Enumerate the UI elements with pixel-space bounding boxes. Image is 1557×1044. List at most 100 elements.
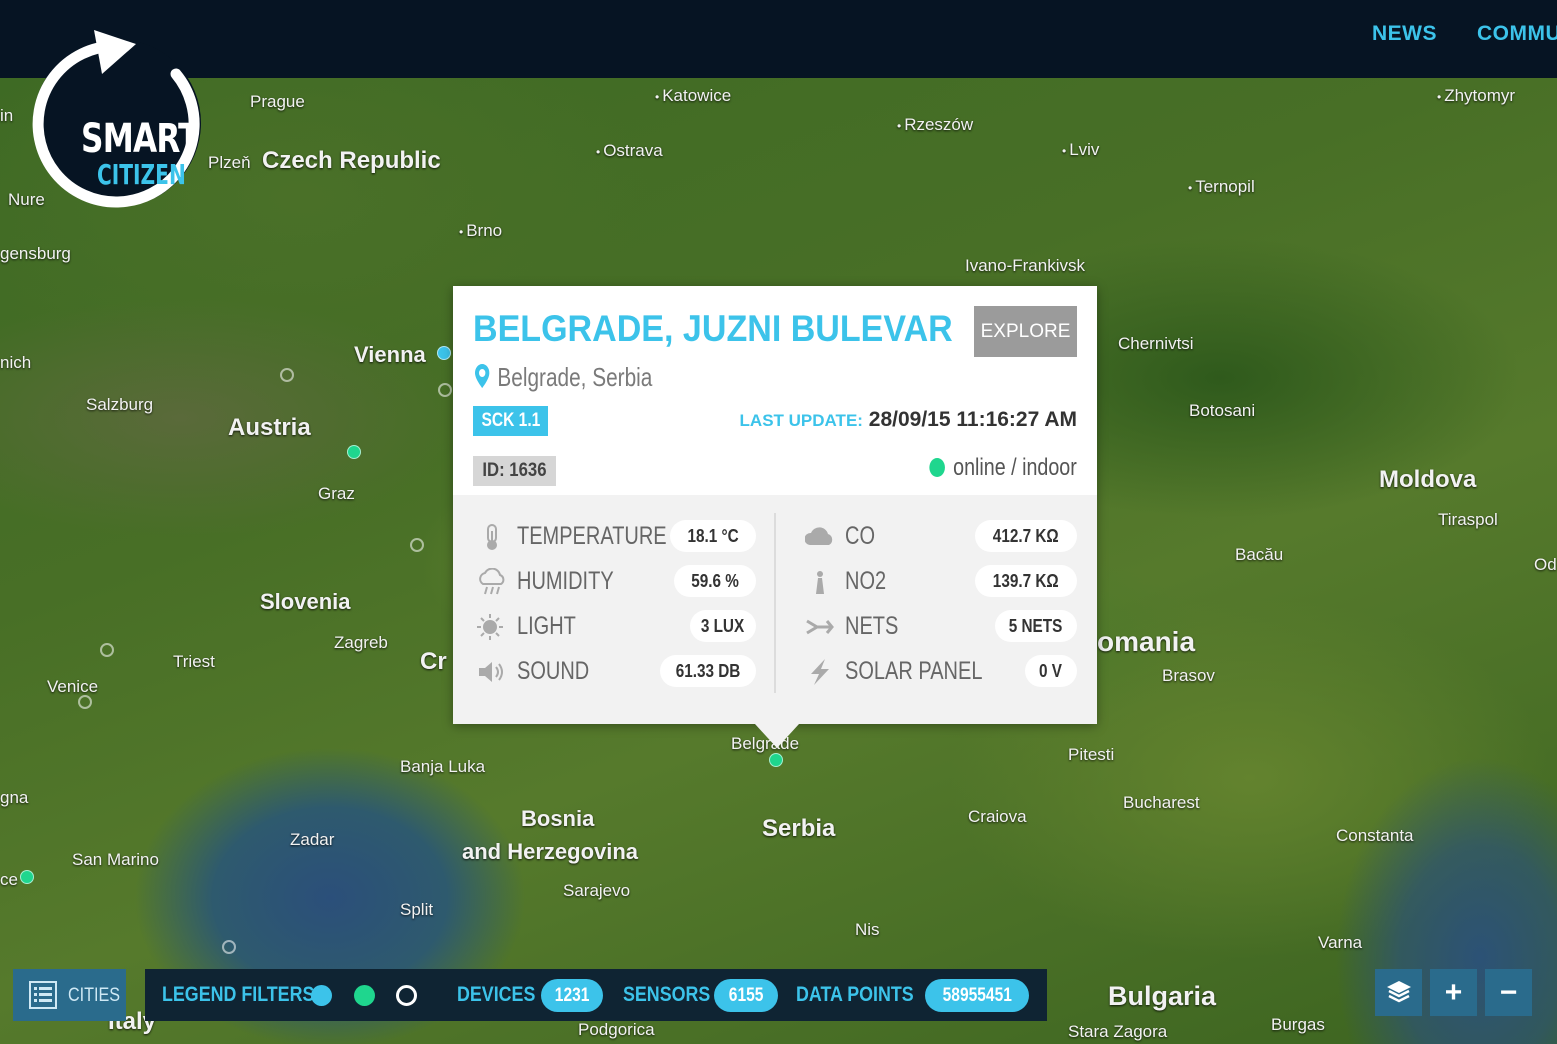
device-marker-online[interactable] — [347, 445, 361, 459]
map-label: Craiova — [968, 807, 1027, 826]
cities-button[interactable]: CITIES — [13, 969, 126, 1021]
sensor-value: 59.6 % — [674, 565, 756, 597]
sun-icon — [477, 614, 503, 640]
explore-button[interactable]: EXPLORE — [974, 306, 1077, 357]
device-name: BELGRADE, JUZNI BULEVAR — [473, 308, 953, 349]
map-label: Nis — [855, 920, 880, 939]
map-label: Ternopil — [1188, 177, 1255, 197]
map-label: Rzeszów — [897, 115, 973, 135]
sensor-value: 412.7 KΩ — [975, 520, 1077, 552]
map-label: Prague — [250, 92, 305, 111]
map-label: Austria — [228, 414, 311, 441]
map-label: Zagreb — [334, 633, 388, 652]
sensor-value: 139.7 KΩ — [975, 565, 1077, 597]
sensor-name: NETS — [845, 612, 899, 640]
sensor-name: TEMPERATURE — [517, 522, 667, 550]
sensor-row-light: LIGHT 3 LUX — [477, 607, 757, 645]
sensor-name: SOUND — [517, 657, 590, 685]
map-label: San Marino — [72, 850, 159, 869]
map-label: ce — [0, 870, 18, 889]
map-label: omania — [1097, 626, 1196, 657]
device-marker-selected[interactable] — [769, 753, 783, 767]
map-label: Ivano-Frankivsk — [965, 256, 1085, 275]
map-label: nich — [0, 353, 32, 372]
last-update-label: LAST UPDATE: — [739, 411, 863, 430]
devices-label: DEVICES — [457, 983, 536, 1006]
sensor-value: 61.33 DB — [660, 655, 756, 687]
sensor-divider — [774, 513, 776, 693]
nav-news-link[interactable]: NEWS — [1372, 22, 1437, 46]
location-text: Belgrade, Serbia — [497, 362, 653, 392]
legend-filter-blue[interactable] — [311, 985, 332, 1006]
map-label: Pitesti — [1068, 745, 1115, 764]
last-update: LAST UPDATE: 28/09/15 11:16:27 AM — [740, 408, 1077, 432]
location-pin-icon — [475, 364, 490, 388]
smart-citizen-logo[interactable]: SMART CITIZEN — [24, 30, 210, 216]
device-id-badge: ID: 1636 — [473, 456, 556, 486]
sensor-row-humidity: HUMIDITY 59.6 % — [477, 562, 757, 600]
layers-icon — [1386, 981, 1411, 1003]
map-label: gensburg — [0, 244, 71, 263]
map-label: Burgas — [1271, 1015, 1325, 1034]
map-label: Botosani — [1189, 401, 1256, 420]
logo-text-smart: SMART — [81, 116, 199, 162]
sensor-value: 5 NETS — [995, 610, 1077, 642]
thermometer-icon — [487, 524, 497, 550]
device-marker-offline[interactable] — [280, 368, 294, 382]
map-label: Zhytomyr — [1437, 86, 1515, 106]
popup-pointer — [755, 724, 799, 748]
legend-filter-green[interactable] — [354, 985, 375, 1006]
map-label: Venice — [47, 677, 99, 696]
map-label: Slovenia — [260, 589, 351, 614]
layers-button[interactable] — [1375, 969, 1422, 1016]
map-label: Lviv — [1062, 140, 1099, 160]
map-label: Bucharest — [1123, 793, 1200, 812]
top-navigation-bar: NEWS COMMUNITY — [0, 0, 1557, 78]
device-marker-online[interactable] — [20, 870, 34, 884]
device-location: Belgrade, Serbia — [475, 362, 652, 393]
sensor-row-co: CO 412.7 KΩ — [805, 517, 1077, 555]
zoom-in-button[interactable]: + — [1430, 969, 1477, 1016]
map-label: Salzburg — [86, 395, 154, 414]
stats-bar: LEGEND FILTERS DEVICES 1231 SENSORS 6155… — [145, 969, 1047, 1021]
status-text: online / indoor — [953, 454, 1077, 481]
map-label: Cr — [420, 648, 447, 675]
map-label: Tiraspol — [1438, 510, 1498, 529]
sensor-name: HUMIDITY — [517, 567, 614, 595]
sensors-count: 6155 — [714, 979, 778, 1012]
wifi-nets-icon — [806, 619, 834, 635]
sensor-row-solar: SOLAR PANEL 0 V — [805, 652, 1077, 690]
zoom-out-button[interactable]: − — [1485, 969, 1532, 1016]
nav-community-link[interactable]: COMMUNITY — [1477, 22, 1557, 46]
sensor-value: 0 V — [1025, 655, 1077, 687]
map-label: in — [0, 106, 14, 125]
device-status: online / indoor — [929, 454, 1077, 482]
sensor-value: 3 LUX — [690, 610, 756, 642]
device-marker-offline[interactable] — [78, 695, 92, 709]
device-popup: BELGRADE, JUZNI BULEVAR EXPLORE Belgrade… — [453, 286, 1097, 724]
map-label: Serbia — [762, 815, 836, 842]
device-marker-offline[interactable] — [410, 538, 424, 552]
sensors-label: SENSORS — [623, 983, 711, 1006]
map-label: Bacău — [1235, 545, 1284, 564]
map-label: Constanta — [1336, 826, 1414, 845]
logo-text-citizen: CITIZEN — [97, 158, 186, 191]
sensor-row-no2: NO2 139.7 KΩ — [805, 562, 1077, 600]
last-update-value: 28/09/15 11:16:27 AM — [868, 408, 1077, 431]
device-marker-offline[interactable] — [222, 940, 236, 954]
sensor-row-nets: NETS 5 NETS — [805, 607, 1077, 645]
map-label: Plzeň — [208, 153, 251, 172]
device-marker-offline[interactable] — [100, 643, 114, 657]
legend-filter-offline[interactable] — [396, 985, 417, 1006]
map-label: Bulgaria — [1108, 981, 1217, 1011]
sensor-name: SOLAR PANEL — [845, 657, 983, 685]
speaker-icon — [479, 662, 503, 682]
device-marker-online[interactable] — [437, 346, 451, 360]
bolt-icon — [811, 659, 829, 685]
map-label: Ostrava — [596, 141, 663, 161]
map-label: Banja Luka — [400, 757, 486, 776]
cloud-co-icon — [805, 527, 833, 545]
device-marker-offline[interactable] — [438, 383, 452, 397]
map-label: gna — [0, 788, 29, 807]
map-label: Vienna — [354, 342, 426, 367]
